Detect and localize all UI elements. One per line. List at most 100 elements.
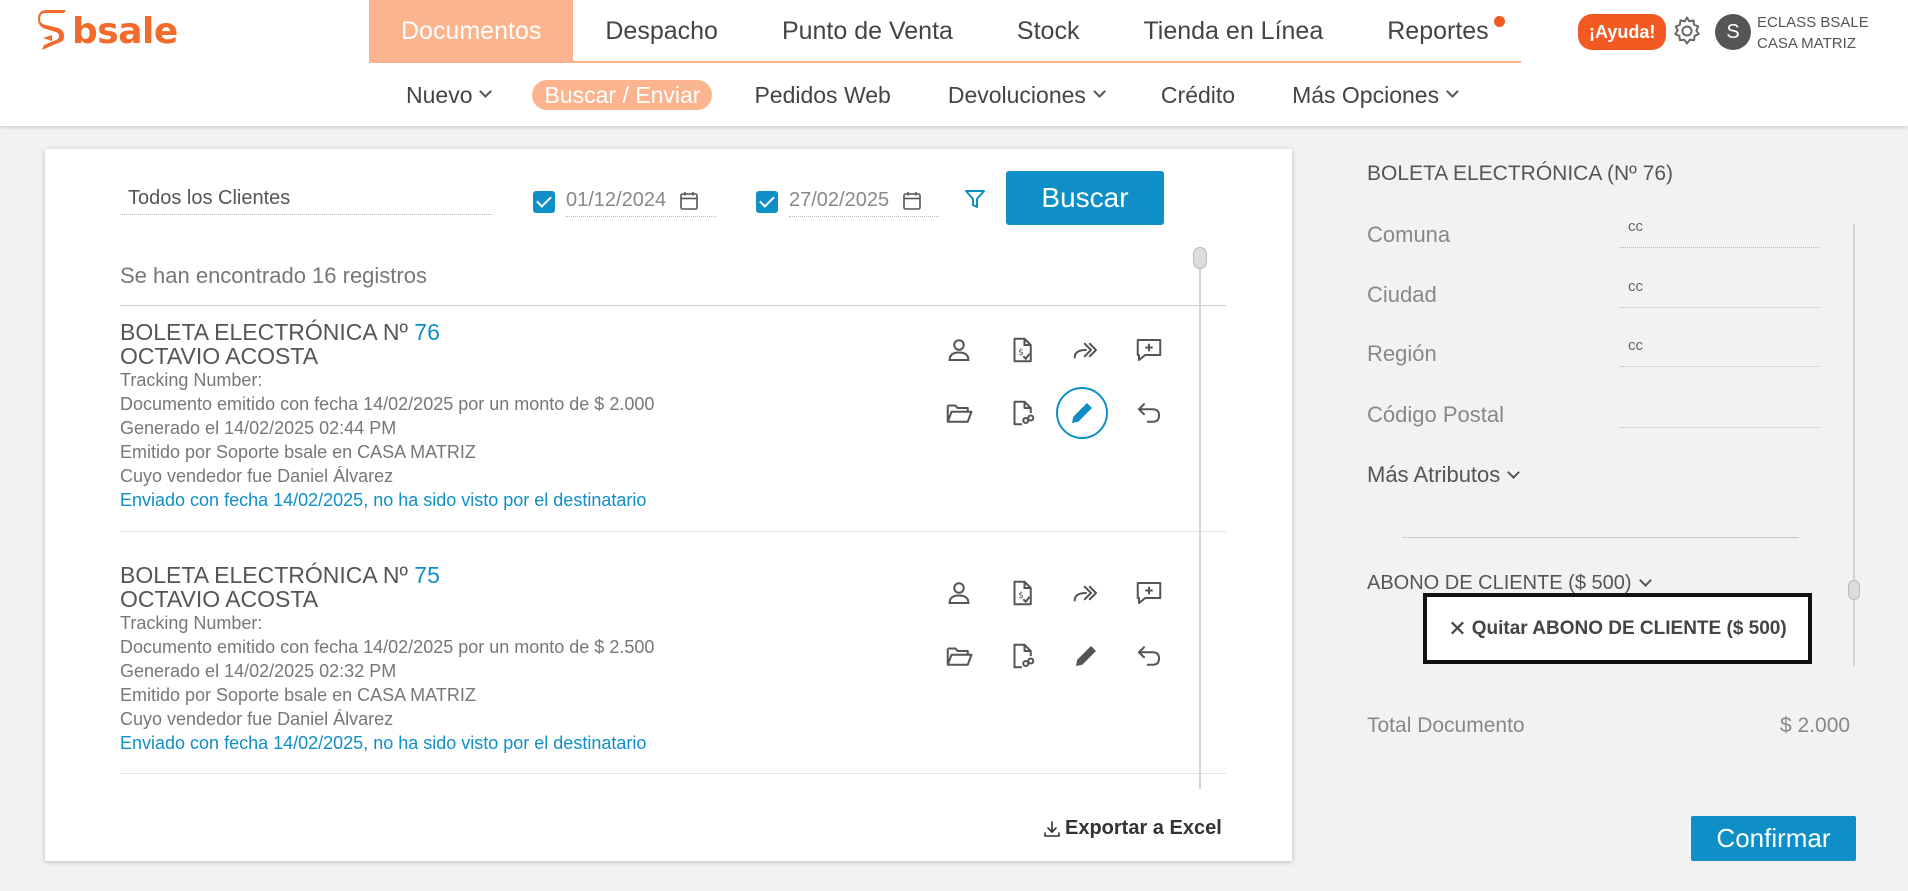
gear-icon[interactable]: [1670, 14, 1704, 48]
subnav-mas-opciones[interactable]: Más Opciones: [1277, 80, 1472, 110]
export-label: Exportar a Excel: [1065, 817, 1222, 839]
return-action[interactable]: [1127, 391, 1171, 435]
search-button[interactable]: Buscar: [1006, 171, 1164, 225]
subnav-label: Buscar / Enviar: [544, 81, 701, 108]
doc-generated: Generado el 14/02/2025 02:32 PM: [120, 661, 397, 681]
forward-all-icon: [1073, 585, 1097, 602]
chevron-down-icon: [1446, 85, 1459, 98]
sub-navbar: Nuevo Buscar / Enviar Pedidos Web Devolu…: [0, 63, 1908, 126]
nav-label: Punto de Venta: [781, 17, 953, 45]
avatar[interactable]: S: [1715, 14, 1751, 50]
codigo-postal-input[interactable]: [1620, 398, 1820, 428]
date-to-input[interactable]: 27/02/2025: [789, 187, 939, 217]
divider: [1402, 537, 1799, 538]
date-from-value: 01/12/2024: [566, 189, 667, 211]
nav-label: Reportes: [1387, 17, 1489, 45]
list-item: BOLETA ELECTRÓNICA Nº 76 OCTAVIO ACOSTA …: [120, 320, 1226, 550]
date-from-checkbox[interactable]: [533, 191, 555, 213]
subnav-pedidos-web[interactable]: Pedidos Web: [739, 80, 905, 110]
document-money-check-icon: $: [1013, 580, 1032, 606]
subnav-credito[interactable]: Crédito: [1146, 80, 1250, 110]
confirm-button[interactable]: Confirmar: [1691, 816, 1856, 861]
forward-action[interactable]: [1064, 571, 1108, 615]
edit-action[interactable]: [1056, 387, 1108, 439]
subnav-label: Crédito: [1160, 81, 1236, 108]
subnav-devoluciones[interactable]: Devoluciones: [933, 80, 1119, 110]
doc-type: BOLETA ELECTRÓNICA Nº: [120, 319, 408, 345]
nav-documentos[interactable]: Documentos: [369, 0, 574, 61]
payment-doc-action[interactable]: $: [1000, 571, 1044, 615]
doc-title: BOLETA ELECTRÓNICA Nº 76: [120, 320, 1226, 344]
forward-action[interactable]: [1064, 328, 1108, 372]
nav-stock[interactable]: Stock: [985, 0, 1112, 61]
calendar-icon[interactable]: [680, 191, 698, 210]
forward-all-icon: [1073, 342, 1097, 359]
comuna-input[interactable]: cc: [1620, 218, 1820, 248]
divider: [120, 305, 1226, 306]
client-action[interactable]: [937, 571, 981, 615]
nav-despacho[interactable]: Despacho: [573, 0, 750, 61]
user-info[interactable]: ECLASS BSALE CASA MATRIZ: [1757, 12, 1869, 54]
detail-scrollbar-thumb[interactable]: [1848, 580, 1860, 600]
download-icon: [1044, 820, 1060, 837]
edit-action[interactable]: [1064, 634, 1108, 678]
add-comment-action[interactable]: [1127, 571, 1171, 615]
results-scrollbar-track[interactable]: [1199, 249, 1201, 789]
comment-add-icon: [1136, 582, 1162, 604]
undo-icon: [1138, 403, 1160, 423]
document-money-check-icon: $: [1013, 337, 1032, 363]
detail-title: BOLETA ELECTRÓNICA (Nº 76): [1367, 162, 1674, 185]
abono-toggle[interactable]: ABONO DE CLIENTE ($ 500): [1367, 572, 1652, 595]
main-nav: Documentos Despacho Punto de Venta Stock…: [369, 0, 1521, 63]
client-action[interactable]: [937, 328, 981, 372]
total-value: $ 2.000: [1780, 714, 1851, 737]
field-codigo-postal: Código Postal: [1367, 402, 1827, 432]
nav-punto-de-venta[interactable]: Punto de Venta: [750, 0, 985, 61]
export-excel-button[interactable]: Exportar a Excel: [1043, 817, 1222, 840]
subnav-buscar-enviar[interactable]: Buscar / Enviar: [532, 79, 713, 110]
subnav-nuevo[interactable]: Nuevo: [391, 80, 505, 110]
doc-client: OCTAVIO ACOSTA: [120, 343, 319, 369]
open-folder-action[interactable]: [937, 634, 981, 678]
chevron-down-icon: [479, 85, 493, 98]
nav-reportes[interactable]: Reportes: [1355, 0, 1520, 61]
date-to-value: 27/02/2025: [789, 189, 890, 211]
doc-number-link[interactable]: 75: [414, 562, 440, 588]
payment-doc-action[interactable]: $: [1000, 328, 1044, 372]
bsale-logo[interactable]: bsale: [38, 10, 178, 52]
bsale-logo-icon: [38, 10, 66, 50]
total-label: Total Documento: [1367, 714, 1525, 737]
date-to-checkbox[interactable]: [756, 191, 778, 213]
add-comment-action[interactable]: [1127, 328, 1171, 372]
nav-label: Despacho: [605, 17, 718, 45]
user-name: ECLASS BSALE: [1757, 14, 1869, 31]
region-input[interactable]: cc: [1620, 337, 1820, 367]
more-attributes-toggle[interactable]: Más Atributos: [1367, 462, 1521, 488]
link-doc-action[interactable]: [1000, 634, 1044, 678]
nav-tienda-en-linea[interactable]: Tienda en Línea: [1111, 0, 1355, 61]
undo-icon: [1138, 646, 1160, 666]
calendar-icon[interactable]: [903, 191, 921, 210]
ciudad-input[interactable]: cc: [1620, 278, 1820, 308]
doc-emitted: Documento emitido con fecha 14/02/2025 p…: [120, 637, 655, 657]
document-link-icon: [1013, 400, 1035, 426]
link-doc-action[interactable]: [1000, 391, 1044, 435]
folder-open-icon: [946, 647, 973, 666]
field-label: Región: [1367, 341, 1437, 366]
open-folder-action[interactable]: [937, 391, 981, 435]
doc-tracking: Tracking Number:: [120, 613, 263, 633]
field-label: Código Postal: [1367, 402, 1504, 427]
doc-number-link[interactable]: 76: [414, 319, 440, 345]
date-from-input[interactable]: 01/12/2024: [566, 187, 716, 217]
remove-abono-button[interactable]: ✕ Quitar ABONO DE CLIENTE ($ 500): [1423, 593, 1812, 664]
doc-sent-status: Enviado con fecha 14/02/2025, no ha sido…: [120, 490, 647, 510]
return-action[interactable]: [1127, 634, 1171, 678]
divider: [120, 773, 1226, 774]
date-from-group: 01/12/2024: [533, 187, 716, 217]
document-link-icon: [1013, 643, 1035, 669]
client-filter-input[interactable]: Todos los Clientes: [120, 187, 493, 215]
filter-icon[interactable]: [963, 187, 987, 211]
doc-issuer: Emitido por Soporte bsale en CASA MATRIZ: [120, 442, 476, 462]
results-scrollbar-thumb[interactable]: [1193, 247, 1207, 269]
help-button[interactable]: ¡Ayuda!: [1578, 14, 1667, 50]
